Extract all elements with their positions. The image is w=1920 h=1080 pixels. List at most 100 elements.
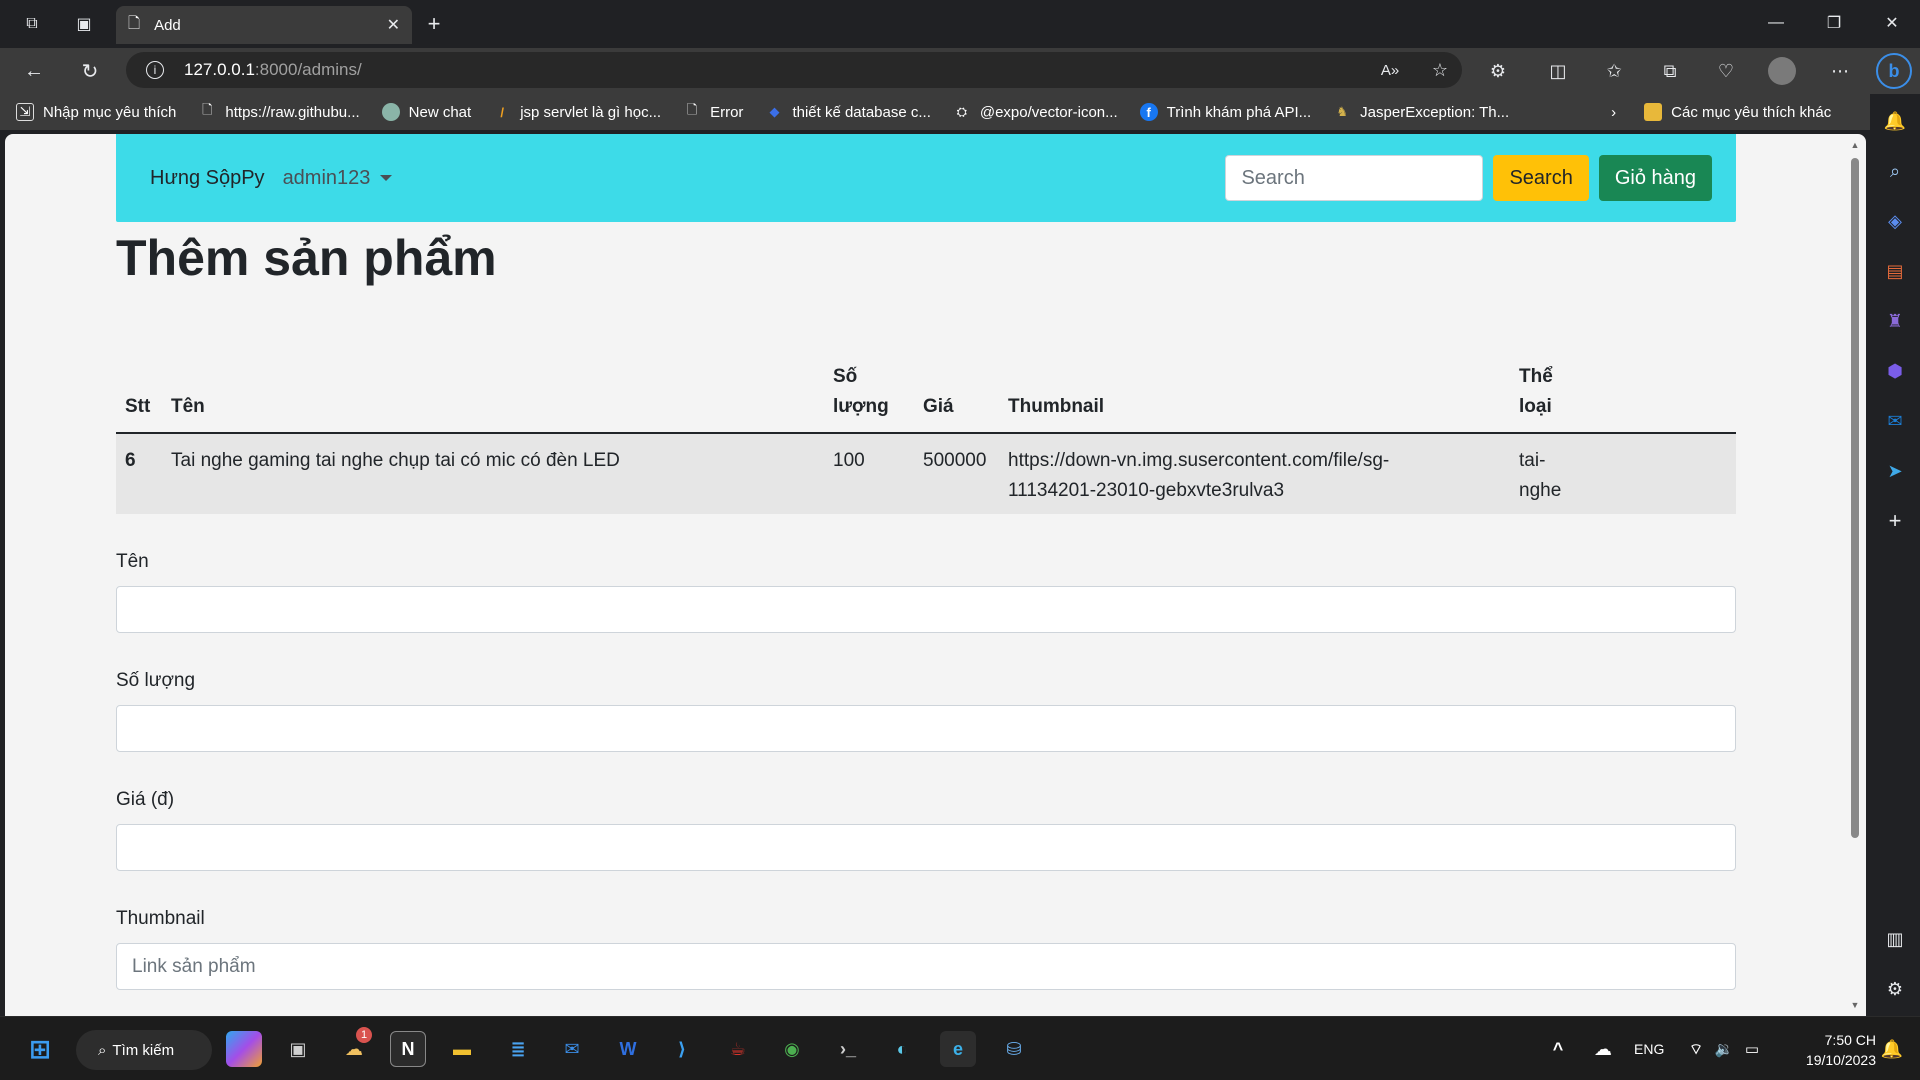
close-tab-icon[interactable]: ✕ <box>387 15 400 35</box>
bookmark-error[interactable]: 🗋 Error <box>683 102 744 121</box>
clock[interactable]: 7:50 CH 19/10/2023 <box>1780 1030 1876 1070</box>
collections-icon[interactable]: ⧉ <box>1656 57 1684 85</box>
notepad-icon[interactable]: ≣ <box>500 1031 536 1067</box>
games-icon[interactable]: ♜ <box>1880 306 1910 336</box>
onedrive-icon[interactable]: ☁ <box>1588 1031 1618 1067</box>
notification-bell-icon[interactable]: 🔔 <box>1878 1031 1906 1067</box>
microsoft-365-icon[interactable]: ⬢ <box>1880 356 1910 386</box>
tab-add[interactable]: 🗋 Add ✕ <box>116 6 412 44</box>
scroll-up-icon[interactable]: ▲ <box>1850 140 1860 150</box>
bookmark-jsp-servlet[interactable]: / jsp servlet là gì học... <box>493 103 661 121</box>
wifi-icon[interactable]: ⌔ <box>1684 1031 1708 1067</box>
word-icon[interactable]: W <box>610 1031 646 1067</box>
send-icon[interactable]: ➤ <box>1880 456 1910 486</box>
header-so-luong: Số lượng <box>824 354 914 434</box>
bookmark-import[interactable]: ⇲ Nhập mục yêu thích <box>16 103 176 121</box>
chrome-icon[interactable]: ◉ <box>774 1031 810 1067</box>
outlook-icon[interactable]: ✉ <box>1880 406 1910 436</box>
copilot-icon[interactable]: b <box>1876 53 1912 89</box>
taskbar-search[interactable]: ⌕ Tìm kiếm <box>76 1030 212 1070</box>
thumbnail-input[interactable] <box>116 943 1736 990</box>
bookmarks-bar: ⇲ Nhập mục yêu thích 🗋 https://raw.githubu… <box>0 94 1920 130</box>
bookmark-label: jsp servlet là gì học... <box>520 103 662 121</box>
header-gia: Giá <box>914 354 999 434</box>
bookmark-raw-github[interactable]: 🗋 https://raw.githubu... <box>198 102 359 121</box>
address-bar-row: ← ↻ i 127.0.0.1:8000/admins/ A» ☆ ⚙ ◫ ✩ … <box>0 48 1920 94</box>
split-screen-icon[interactable]: ◫ <box>1544 57 1572 85</box>
close-window-icon[interactable]: ✕ <box>1872 8 1912 38</box>
java-icon[interactable]: ☕ <box>720 1031 756 1067</box>
favorites-icon[interactable]: ✩ <box>1600 57 1628 85</box>
browser-essentials-icon[interactable]: ♡ <box>1712 57 1740 85</box>
search-button[interactable]: Search <box>1493 155 1589 201</box>
extensions-icon[interactable]: ⚙ <box>1484 57 1512 85</box>
cell-the-loai-line1: tai- <box>1519 450 1546 471</box>
tray-overflow-icon[interactable]: ^ <box>1546 1031 1570 1067</box>
mail-icon[interactable]: ✉ <box>554 1031 590 1067</box>
sidebar-layout-icon[interactable]: ▥ <box>1880 924 1910 954</box>
brand-link[interactable]: Hưng SộpPy <box>150 167 265 190</box>
bookmarks-overflow-icon[interactable]: › <box>1611 104 1616 121</box>
refresh-icon[interactable]: ↻ <box>76 57 104 85</box>
bookmark-api-explorer[interactable]: f Trình khám phá API... <box>1139 103 1311 121</box>
edge-icon[interactable]: e <box>940 1031 976 1067</box>
language-indicator[interactable]: ENG <box>1634 1041 1664 1057</box>
bookmark-new-chat[interactable]: New chat <box>381 103 472 121</box>
favorite-star-icon[interactable]: ☆ <box>1426 56 1454 84</box>
restore-icon[interactable]: ❐ <box>1814 8 1854 38</box>
bookmark-other-favorites[interactable]: Các mục yêu thích khác <box>1644 103 1831 121</box>
bookmark-expo[interactable]: ⛭ @expo/vector-icon... <box>953 103 1118 121</box>
scroll-down-icon[interactable]: ▼ <box>1850 1000 1860 1010</box>
ten-input[interactable] <box>116 586 1736 633</box>
settings-gear-icon[interactable]: ⚙ <box>1880 974 1910 1004</box>
notion-icon[interactable]: N <box>390 1031 426 1067</box>
so-luong-input[interactable] <box>116 705 1736 752</box>
search-icon[interactable]: ⌕ <box>1880 156 1910 186</box>
facebook-icon: f <box>1139 103 1158 121</box>
header-so-luong-line2: lượng <box>833 396 889 417</box>
header-stt: Stt <box>116 354 162 434</box>
page-icon: 🗋 <box>128 14 141 32</box>
tools-icon[interactable]: ▤ <box>1880 256 1910 286</box>
bookmark-jasper[interactable]: ♞ JasperException: Th... <box>1333 103 1509 121</box>
back-icon[interactable]: ← <box>20 57 48 85</box>
vscode-icon[interactable]: ⟩ <box>664 1031 700 1067</box>
copilot-app-icon[interactable] <box>226 1031 262 1067</box>
url-field[interactable]: i 127.0.0.1:8000/admins/ A» ☆ <box>126 52 1462 88</box>
mysql-workbench-icon[interactable]: ⛁ <box>996 1031 1032 1067</box>
folder-icon <box>1644 103 1663 121</box>
cell-stt: 6 <box>116 433 162 514</box>
task-view-icon[interactable]: ▣ <box>280 1031 316 1067</box>
new-tab-icon[interactable]: + <box>422 11 446 36</box>
url-host: 127.0.0.1 <box>184 60 255 79</box>
profile-avatar[interactable] <box>1768 57 1796 85</box>
site-info-icon[interactable]: i <box>146 61 164 79</box>
page-scrollbar[interactable]: ▲ ▼ <box>1850 140 1860 1010</box>
add-icon[interactable]: + <box>1880 506 1910 536</box>
paint-icon[interactable]: ◐ <box>884 1031 920 1067</box>
import-favorites-icon: ⇲ <box>16 103 34 121</box>
search-input[interactable] <box>1225 155 1484 201</box>
cart-button[interactable]: Giỏ hàng <box>1598 155 1712 201</box>
minimize-icon[interactable]: — <box>1756 8 1796 38</box>
user-dropdown[interactable]: admin123 <box>283 167 393 190</box>
bookmark-label: New chat <box>408 103 472 121</box>
more-menu-icon[interactable]: ⋯ <box>1826 57 1854 85</box>
header-so-luong-line1: Số <box>833 366 858 387</box>
bookmark-database[interactable]: ◆ thiết kế database c... <box>765 103 930 121</box>
volume-icon[interactable]: 🔉 <box>1712 1031 1736 1067</box>
file-explorer-icon[interactable]: ▬ <box>444 1031 480 1067</box>
shopping-tag-icon[interactable]: ◈ <box>1880 206 1910 236</box>
form-group-so-luong: Số lượng <box>116 667 1736 752</box>
workspaces-icon[interactable]: ⧉ <box>20 12 44 36</box>
product-table: Stt Tên Số lượng Giá Thumbnail Thể loại 6 … <box>116 354 1736 514</box>
windows-start-icon[interactable]: ⊞ <box>22 1031 58 1067</box>
clock-date: 19/10/2023 <box>1805 1052 1876 1068</box>
gia-input[interactable] <box>116 824 1736 871</box>
vertical-tabs-icon[interactable]: ▣ <box>72 12 96 36</box>
read-aloud-icon[interactable]: A» <box>1376 56 1404 84</box>
battery-icon[interactable]: ▭ <box>1740 1031 1764 1067</box>
scroll-thumb[interactable] <box>1851 158 1859 838</box>
bell-icon[interactable]: 🔔 <box>1880 106 1910 136</box>
terminal-icon[interactable]: ›_ <box>830 1031 866 1067</box>
